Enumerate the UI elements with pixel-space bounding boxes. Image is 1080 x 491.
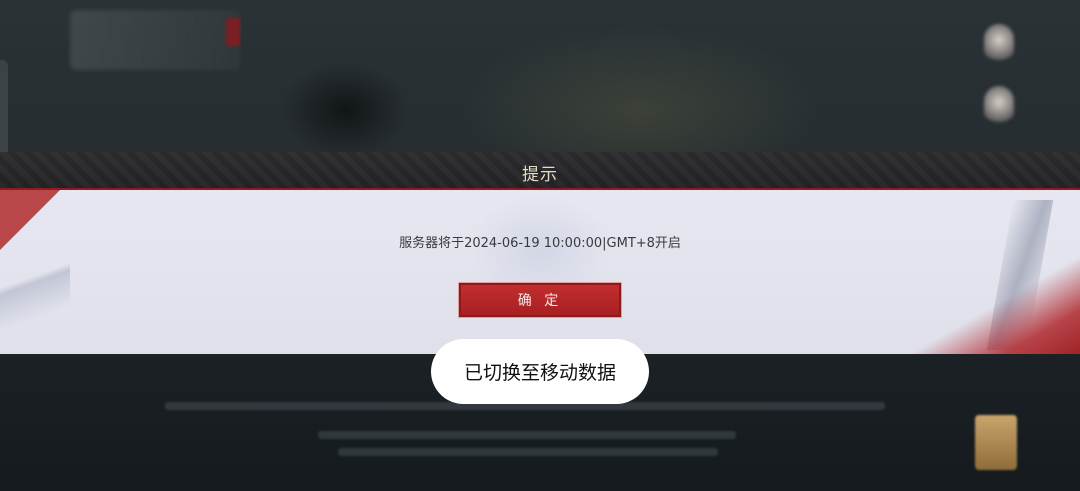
character-avatar (984, 86, 1014, 126)
dialog-body: 服务器将于2024-06-19 10:00:00|GMT+8开启 确 定 (0, 190, 1080, 354)
game-logo (70, 10, 240, 70)
age-rating-badge (975, 415, 1017, 470)
logo-seal (226, 18, 240, 46)
network-toast: 已切换至移动数据 (431, 339, 649, 404)
dialog-title-bar: 提示 (0, 152, 1080, 190)
dialog-message: 服务器将于2024-06-19 10:00:00|GMT+8开启 (399, 236, 681, 251)
dialog-title: 提示 (522, 165, 558, 185)
blurred-notice-line (318, 431, 736, 439)
toast-text: 已切换至移动数据 (463, 362, 616, 384)
character-avatar (984, 24, 1014, 64)
confirm-button[interactable]: 确 定 (458, 282, 622, 318)
blurred-notice-line (338, 448, 718, 456)
red-flower-decoration (910, 234, 1080, 354)
side-panel-handle[interactable] (0, 60, 8, 165)
